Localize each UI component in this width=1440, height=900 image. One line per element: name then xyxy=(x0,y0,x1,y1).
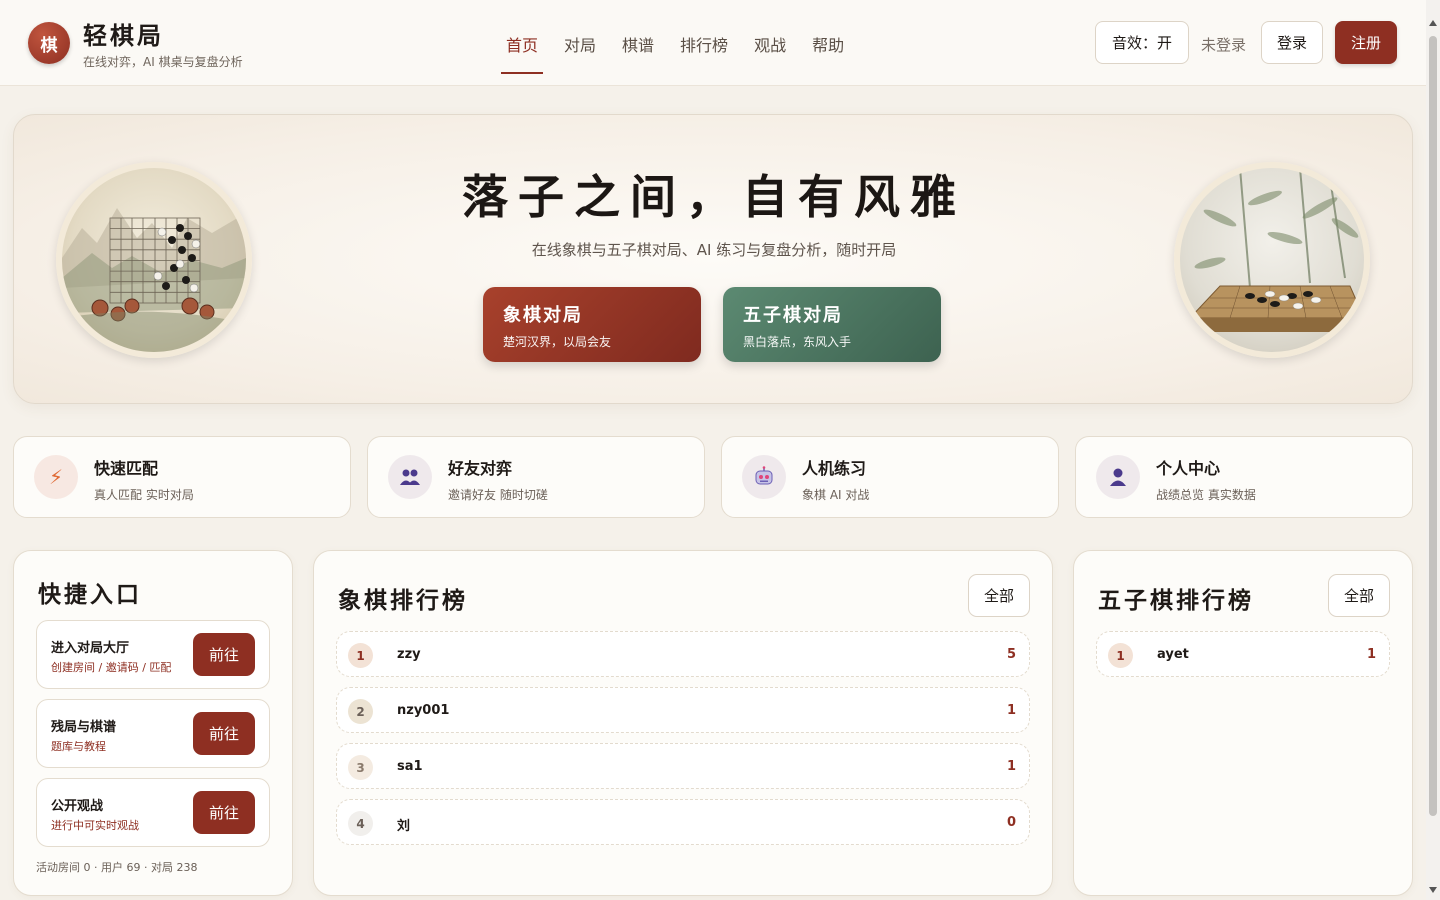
shortcuts-title: 快捷入口 xyxy=(38,581,142,608)
feature-friend-match[interactable]: 好友对弈 邀请好友 随时切磋 xyxy=(367,436,705,518)
friends-icon xyxy=(388,455,432,499)
shortcut-endgames[interactable]: 残局与棋谱 题库与教程 前往 xyxy=(36,699,270,768)
login-status: 未登录 xyxy=(1201,36,1247,54)
lightning-icon: ⚡ xyxy=(34,455,78,499)
gomoku-view-all-button[interactable]: 全部 xyxy=(1328,574,1390,617)
player-name: nzy001 xyxy=(397,703,450,718)
feature-subtitle: 象棋 AI 对战 xyxy=(802,488,870,502)
player-name: sa1 xyxy=(397,759,423,774)
feature-title: 快速匹配 xyxy=(94,459,159,478)
feature-quick-match[interactable]: ⚡ 快速匹配 真人匹配 实时对局 xyxy=(13,436,351,518)
table-row[interactable]: 2 nzy001 1 xyxy=(336,687,1030,733)
sound-toggle-button[interactable]: 音效：开 xyxy=(1095,21,1189,64)
rank-number: 3 xyxy=(348,755,373,780)
feature-subtitle: 真人匹配 实时对局 xyxy=(94,488,194,502)
player-score: 1 xyxy=(1366,647,1376,662)
rank-number: 1 xyxy=(348,643,373,668)
table-row[interactable]: 4 刘 0 xyxy=(336,799,1030,845)
player-name: zzy xyxy=(397,647,421,662)
hero-banner: 落子之间，自有风雅 在线象棋与五子棋对局、AI 练习与复盘分析，随时开局 象棋对… xyxy=(13,114,1413,404)
gomoku-leaderboard-panel: 五子棋排行榜 全部 1 ayet 1 xyxy=(1073,550,1413,896)
shortcut-title: 残局与棋谱 xyxy=(51,720,117,735)
register-button[interactable]: 注册 xyxy=(1335,21,1397,64)
shortcut-subtitle: 题库与教程 xyxy=(51,740,106,753)
user-icon xyxy=(1096,455,1140,499)
feature-profile[interactable]: 个人中心 战绩总览 真实数据 xyxy=(1075,436,1413,518)
xiangqi-button-title: 象棋对局 xyxy=(503,305,583,326)
scroll-up-arrow-icon[interactable] xyxy=(1429,20,1437,26)
gomoku-leaderboard-title: 五子棋排行榜 xyxy=(1098,587,1254,614)
nav-home[interactable]: 首页 xyxy=(498,30,546,74)
scroll-thumb[interactable] xyxy=(1429,36,1437,816)
table-row[interactable]: 1 ayet 1 xyxy=(1096,631,1390,677)
goto-spectate-button[interactable]: 前往 xyxy=(193,791,255,834)
xiangqi-view-all-button[interactable]: 全部 xyxy=(968,574,1030,617)
goto-endgames-button[interactable]: 前往 xyxy=(193,712,255,755)
player-name: 刘 xyxy=(397,819,411,834)
login-button[interactable]: 登录 xyxy=(1261,21,1323,64)
table-row[interactable]: 3 sa1 1 xyxy=(336,743,1030,789)
xiangqi-leaderboard-panel: 象棋排行榜 全部 1 zzy 5 2 nzy001 1 3 sa1 1 4 刘 … xyxy=(313,550,1053,896)
table-row[interactable]: 1 zzy 5 xyxy=(336,631,1030,677)
player-score: 5 xyxy=(1006,647,1016,662)
gomoku-bamboo-image xyxy=(1174,162,1370,358)
feature-subtitle: 战绩总览 真实数据 xyxy=(1156,488,1256,502)
shortcut-title: 公开观战 xyxy=(51,799,104,814)
shortcut-spectate[interactable]: 公开观战 进行中可实时观战 前往 xyxy=(36,778,270,847)
xiangqi-leaderboard-title: 象棋排行榜 xyxy=(338,587,468,614)
shortcut-subtitle: 进行中可实时观战 xyxy=(51,819,139,832)
nav-games[interactable]: 对局 xyxy=(556,30,604,74)
shortcuts-panel: 快捷入口 进入对局大厅 创建房间 / 邀请码 / 匹配 前往 残局与棋谱 题库与… xyxy=(13,550,293,896)
shortcut-subtitle: 创建房间 / 邀请码 / 匹配 xyxy=(51,661,172,674)
robot-icon xyxy=(742,455,786,499)
gomoku-game-button[interactable]: 五子棋对局 黑白落点，东风入手 xyxy=(723,287,941,362)
xiangqi-game-button[interactable]: 象棋对局 楚河汉界，以局会友 xyxy=(483,287,701,362)
feature-ai-practice[interactable]: 人机练习 象棋 AI 对战 xyxy=(721,436,1059,518)
scroll-down-arrow-icon[interactable] xyxy=(1429,887,1437,893)
nav-records[interactable]: 棋谱 xyxy=(614,30,662,74)
gomoku-button-subtitle: 黑白落点，东风入手 xyxy=(743,335,852,349)
feature-title: 好友对弈 xyxy=(448,459,513,478)
shortcut-title: 进入对局大厅 xyxy=(51,641,130,656)
player-name: ayet xyxy=(1157,647,1189,662)
brand-subtitle: 在线对弈，AI 棋桌与复盘分析 xyxy=(83,55,243,69)
brand-title[interactable]: 轻棋局 xyxy=(83,16,164,51)
site-stats: 活动房间 0 · 用户 69 · 对局 238 xyxy=(36,861,198,874)
player-score: 0 xyxy=(1006,815,1016,830)
xiangqi-button-subtitle: 楚河汉界，以局会友 xyxy=(503,335,612,349)
logo-badge[interactable]: 棋 xyxy=(28,22,70,64)
main-nav: 首页 对局 棋谱 排行榜 观战 帮助 xyxy=(498,30,862,74)
player-score: 1 xyxy=(1006,703,1016,718)
nav-spectate[interactable]: 观战 xyxy=(746,30,794,74)
page-scrollbar[interactable] xyxy=(1426,0,1440,900)
rank-number: 4 xyxy=(348,811,373,836)
nav-leaderboard[interactable]: 排行榜 xyxy=(672,30,736,74)
gomoku-button-title: 五子棋对局 xyxy=(743,305,843,326)
shortcut-lobby[interactable]: 进入对局大厅 创建房间 / 邀请码 / 匹配 前往 xyxy=(36,620,270,689)
player-score: 1 xyxy=(1006,759,1016,774)
goto-lobby-button[interactable]: 前往 xyxy=(193,633,255,676)
feature-subtitle: 邀请好友 随时切磋 xyxy=(448,488,548,502)
feature-title: 人机练习 xyxy=(802,459,867,478)
rank-number: 1 xyxy=(1108,643,1133,668)
feature-title: 个人中心 xyxy=(1156,459,1221,478)
rank-number: 2 xyxy=(348,699,373,724)
nav-help[interactable]: 帮助 xyxy=(804,30,852,74)
top-header: 棋 轻棋局 在线对弈，AI 棋桌与复盘分析 首页 对局 棋谱 排行榜 观战 帮助… xyxy=(0,0,1426,86)
